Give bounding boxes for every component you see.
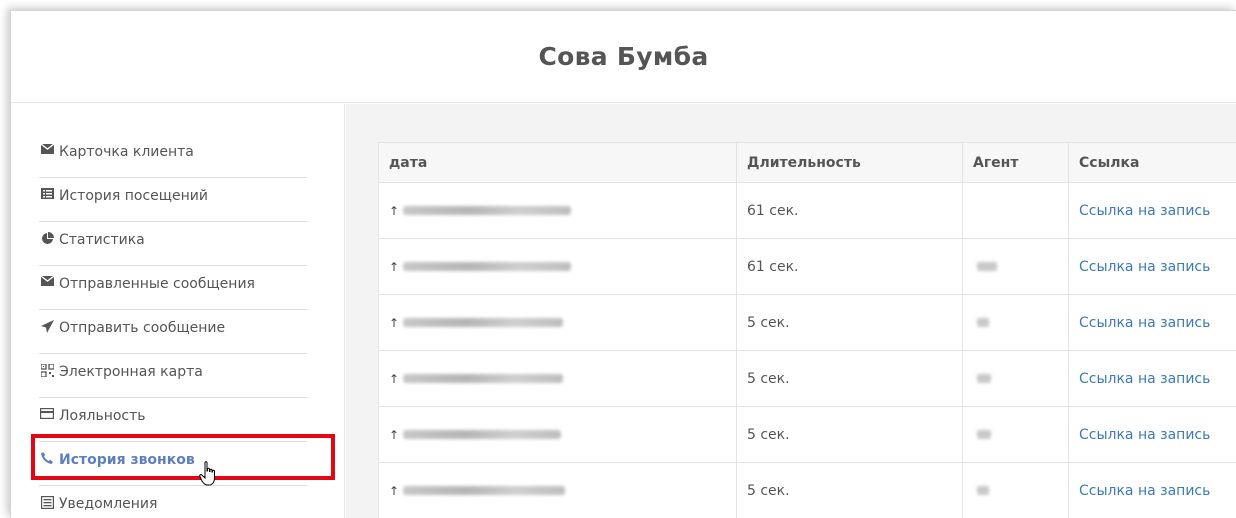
outgoing-call-icon: ↑: [389, 427, 400, 442]
column-header-agent[interactable]: Агент: [962, 142, 1069, 183]
sidebar-item-label: Отправить сообщение: [59, 320, 226, 336]
duration-cell: 5 сек.: [736, 406, 963, 463]
outgoing-call-icon: ↑: [389, 203, 400, 218]
agent-cell: [962, 238, 1069, 295]
date-cell: ↑: [378, 294, 737, 351]
outgoing-call-icon: ↑: [389, 259, 400, 274]
sidebar-item-label: Отправленные сообщения: [59, 276, 255, 292]
sidebar-item-label: Электронная карта: [59, 364, 203, 380]
redacted-date: [403, 262, 572, 271]
table-row: ↑ 5 сек. Ссылка на запись: [378, 406, 1236, 463]
sidebar-item-label: История звонков: [59, 452, 195, 468]
envelope-icon: [39, 276, 55, 286]
phone-icon: [39, 452, 55, 464]
table-row: ↑ 5 сек. Ссылка на запись: [378, 350, 1236, 407]
calls-table: дата Длительность Агент Ссылка ↑ 61 сек.…: [378, 142, 1236, 518]
date-cell: ↑: [378, 182, 737, 239]
sidebar-item-client-card[interactable]: Карточка клиента: [39, 134, 307, 178]
sidebar-item-label: История посещений: [59, 188, 208, 204]
date-cell: ↑: [378, 350, 737, 407]
sidebar-item-notifications[interactable]: Уведомления: [39, 486, 307, 518]
agent-cell: [962, 294, 1069, 351]
agent-cell: [962, 182, 1069, 239]
credit-card-icon: [39, 408, 55, 419]
column-header-link[interactable]: Ссылка: [1068, 142, 1236, 183]
recording-link[interactable]: Ссылка на запись: [1079, 315, 1210, 331]
redacted-agent: [977, 317, 989, 327]
link-cell: Ссылка на запись: [1068, 238, 1236, 295]
duration-cell: 61 сек.: [736, 238, 963, 295]
sidebar-item-send-message[interactable]: Отправить сообщение: [39, 310, 307, 354]
date-cell: ↑: [378, 462, 737, 518]
content-panel: дата Длительность Агент Ссылка ↑ 61 сек.…: [346, 104, 1236, 518]
sidebar-item-e-card[interactable]: Электронная карта: [39, 354, 307, 398]
sidebar-menu: Карточка клиента История посещений Стати…: [11, 104, 344, 518]
duration-cell: 5 сек.: [736, 294, 963, 351]
main-area: Карточка клиента История посещений Стати…: [11, 104, 1236, 518]
duration-cell: 61 сек.: [736, 182, 963, 239]
recording-link[interactable]: Ссылка на запись: [1079, 371, 1210, 387]
redacted-date: [403, 318, 564, 327]
envelope-icon: [39, 144, 55, 154]
sidebar-item-visit-history[interactable]: История посещений: [39, 178, 307, 222]
duration-cell: 5 сек.: [736, 350, 963, 407]
link-cell: Ссылка на запись: [1068, 350, 1236, 407]
recording-link[interactable]: Ссылка на запись: [1079, 427, 1210, 443]
sidebar-item-loyalty[interactable]: Лояльность: [39, 398, 307, 442]
redacted-date: [403, 430, 562, 439]
paper-plane-icon: [39, 320, 55, 333]
outgoing-call-icon: ↑: [389, 483, 400, 498]
agent-cell: [962, 462, 1069, 518]
sidebar-item-label: Статистика: [59, 232, 145, 248]
list-alt-icon: [39, 496, 55, 509]
agent-cell: [962, 406, 1069, 463]
table-row: ↑ 61 сек. Ссылка на запись: [378, 182, 1236, 239]
redacted-agent: [977, 429, 991, 439]
table-header-row: дата Длительность Агент Ссылка: [378, 142, 1236, 183]
sidebar-item-call-history[interactable]: История звонков: [39, 442, 307, 486]
recording-link[interactable]: Ссылка на запись: [1079, 483, 1210, 499]
outgoing-call-icon: ↑: [389, 315, 400, 330]
outgoing-call-icon: ↑: [389, 371, 400, 386]
column-header-duration[interactable]: Длительность: [736, 142, 963, 183]
sidebar-item-label: Уведомления: [59, 496, 158, 512]
page-title: Сова Бумба: [538, 42, 709, 71]
link-cell: Ссылка на запись: [1068, 406, 1236, 463]
sidebar-item-statistics[interactable]: Статистика: [39, 222, 307, 266]
sidebar-item-label: Лояльность: [59, 408, 146, 424]
pie-chart-icon: [39, 232, 55, 245]
sidebar: Карточка клиента История посещений Стати…: [11, 104, 345, 518]
list-icon: [39, 188, 55, 199]
redacted-date: [403, 206, 572, 215]
table-row: ↑ 5 сек. Ссылка на запись: [378, 462, 1236, 518]
qrcode-icon: [39, 364, 55, 377]
link-cell: Ссылка на запись: [1068, 182, 1236, 239]
recording-link[interactable]: Ссылка на запись: [1079, 203, 1210, 219]
redacted-agent: [977, 373, 991, 383]
date-cell: ↑: [378, 406, 737, 463]
redacted-date: [403, 374, 564, 383]
date-cell: ↑: [378, 238, 737, 295]
column-header-date[interactable]: дата: [378, 142, 737, 183]
table-row: ↑ 61 сек. Ссылка на запись: [378, 238, 1236, 295]
redacted-date: [403, 486, 566, 495]
sidebar-item-sent-messages[interactable]: Отправленные сообщения: [39, 266, 307, 310]
link-cell: Ссылка на запись: [1068, 294, 1236, 351]
recording-link[interactable]: Ссылка на запись: [1079, 259, 1210, 275]
duration-cell: 5 сек.: [736, 462, 963, 518]
link-cell: Ссылка на запись: [1068, 462, 1236, 518]
page-header: Сова Бумба: [11, 11, 1236, 103]
hand-cursor-icon: [199, 461, 219, 487]
redacted-agent: [977, 485, 989, 495]
agent-cell: [962, 350, 1069, 407]
table-row: ↑ 5 сек. Ссылка на запись: [378, 294, 1236, 351]
app-window: Сова Бумба Карточка клиента История посе…: [10, 10, 1236, 518]
sidebar-item-label: Карточка клиента: [59, 144, 194, 160]
redacted-agent: [977, 261, 997, 271]
